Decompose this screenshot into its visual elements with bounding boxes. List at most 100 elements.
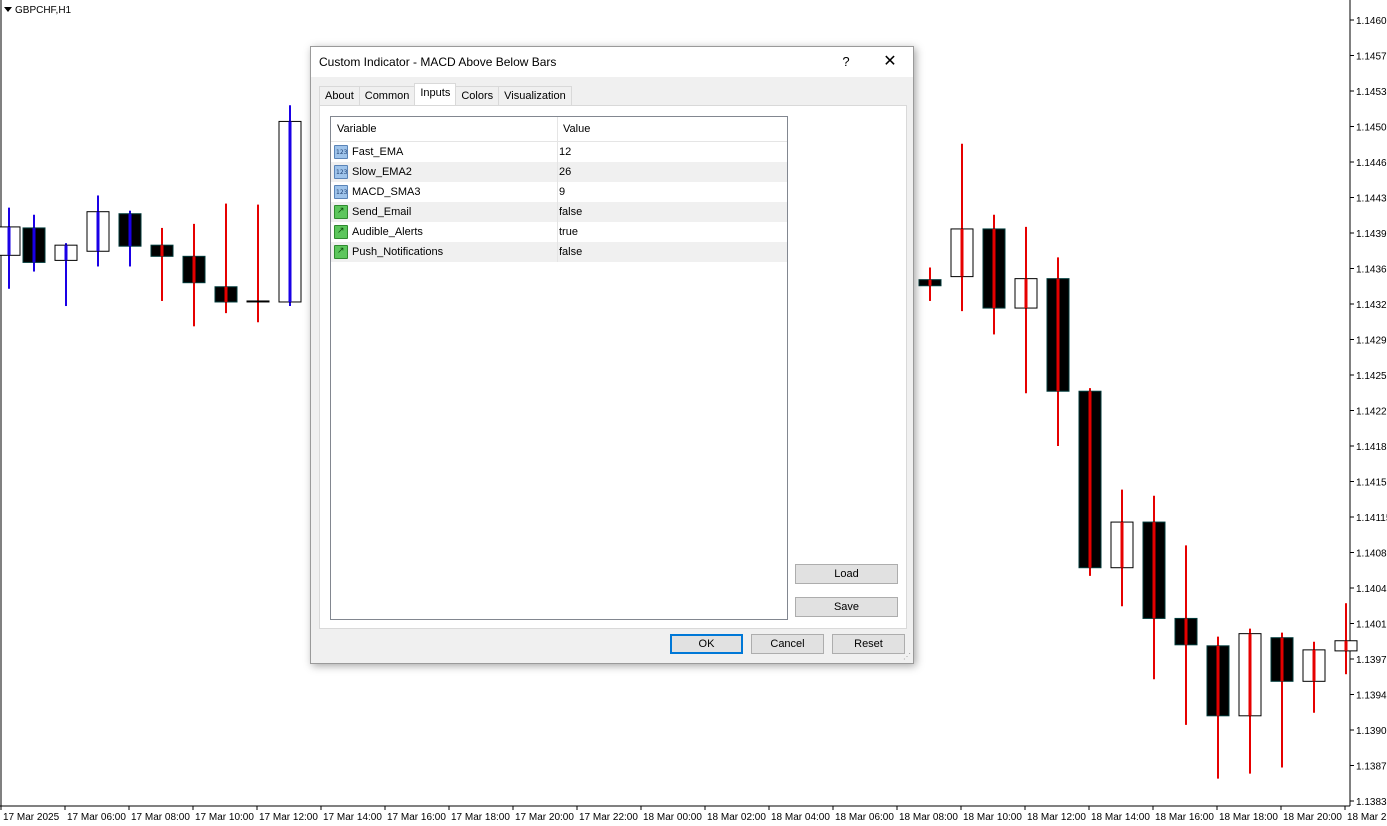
time-tick-label: 18 Mar 02:00 [707,812,766,823]
tab-colors[interactable]: Colors [455,86,500,107]
price-tick-label: 1.14600 [1356,16,1387,27]
inputs-panel: Variable Value 123 Fast_EMA 12 123 Slow_… [319,105,907,629]
time-tick-label: 17 Mar 10:00 [195,812,254,823]
time-tick-label: 18 Mar 12:00 [1027,812,1086,823]
input-name: Audible_Alerts [352,226,423,238]
cell-divider [557,222,558,242]
time-tick-label: 17 Mar 22:00 [579,812,638,823]
time-tick-label: 18 Mar 10:00 [963,812,1022,823]
close-button[interactable]: ✕ [873,52,907,74]
cell-divider [557,242,558,262]
time-tick-label: 17 Mar 12:00 [259,812,318,823]
price-tick-label: 1.14395 [1356,229,1387,240]
price-tick-label: 1.13905 [1356,726,1387,737]
input-value[interactable]: 12 [559,146,571,158]
time-tick-label: 17 Mar 08:00 [131,812,190,823]
boolean-type-icon: ↗ [334,225,348,239]
grid-header: Variable Value [331,117,787,142]
price-tick-label: 1.14255 [1356,371,1387,382]
time-tick-label: 17 Mar 16:00 [387,812,446,823]
input-row-slow-ema2[interactable]: 123 Slow_EMA2 26 [331,162,787,182]
time-tick-label: 18 Mar 04:00 [771,812,830,823]
reset-button[interactable]: Reset [832,634,905,654]
number-type-icon: 123 [334,185,348,199]
dialog-title: Custom Indicator - MACD Above Below Bars [319,55,557,69]
input-row-push-notifications[interactable]: ↗ Push_Notifications false [331,242,787,262]
price-tick-label: 1.14535 [1356,87,1387,98]
load-button[interactable]: Load [795,564,898,584]
time-tick-label: 18 Mar 18:00 [1219,812,1278,823]
dialog-tabs: About Common Inputs Colors Visualization [319,83,572,107]
cell-divider [557,202,558,222]
price-tick-label: 1.13975 [1356,655,1387,666]
price-tick-label: 1.14080 [1356,549,1387,560]
time-tick-label: 18 Mar 22:00 [1347,812,1387,823]
time-tick-label: 17 Mar 06:00 [67,812,126,823]
ok-button[interactable]: OK [670,634,743,654]
price-tick-label: 1.13940 [1356,691,1387,702]
resize-grip-icon[interactable]: ⋰ [903,653,911,661]
price-tick-label: 1.14010 [1356,620,1387,631]
input-value[interactable]: true [559,226,578,238]
time-tick-label: 18 Mar 08:00 [899,812,958,823]
input-name: Send_Email [352,206,412,218]
input-row-fast-ema[interactable]: 123 Fast_EMA 12 [331,142,787,162]
save-button[interactable]: Save [795,597,898,617]
time-tick-label: 17 Mar 14:00 [323,812,382,823]
time-tick-label: 17 Mar 18:00 [451,812,510,823]
time-tick-label: 18 Mar 16:00 [1155,812,1214,823]
input-value[interactable]: 9 [559,186,565,198]
input-row-audible-alerts[interactable]: ↗ Audible_Alerts true [331,222,787,242]
price-tick-label: 1.13835 [1356,797,1387,808]
boolean-type-icon: ↗ [334,245,348,259]
price-tick-label: 1.14045 [1356,584,1387,595]
inputs-grid[interactable]: Variable Value 123 Fast_EMA 12 123 Slow_… [330,116,788,620]
header-variable[interactable]: Variable [337,123,377,135]
number-type-icon: 123 [334,145,348,159]
price-tick-label: 1.14360 [1356,265,1387,276]
input-row-send-email[interactable]: ↗ Send_Email false [331,202,787,222]
cell-divider [557,162,558,182]
price-tick-label: 1.14465 [1356,158,1387,169]
price-tick-label: 1.14185 [1356,442,1387,453]
price-tick-label: 1.14325 [1356,300,1387,311]
time-tick-label: 17 Mar 2025 [3,812,60,823]
cell-divider [557,182,558,202]
tab-inputs[interactable]: Inputs [414,83,457,107]
input-value[interactable]: false [559,206,582,218]
chart-symbol-label: GBPCHF,H1 [4,5,71,16]
header-divider[interactable] [557,117,558,141]
price-tick-label: 1.14150 [1356,478,1387,489]
tab-visualization[interactable]: Visualization [498,86,572,107]
input-name: Push_Notifications [352,246,444,258]
input-name: Fast_EMA [352,146,404,158]
symbol-text: GBPCHF,H1 [15,5,72,16]
price-tick-label: 1.14430 [1356,194,1387,205]
boolean-type-icon: ↗ [334,205,348,219]
chevron-down-icon[interactable] [4,7,12,12]
price-tick-label: 1.14570 [1356,52,1387,63]
tab-about[interactable]: About [319,86,360,107]
time-tick-label: 18 Mar 06:00 [835,812,894,823]
price-tick-label: 1.14115 [1356,513,1387,524]
tab-common[interactable]: Common [358,86,416,107]
header-value[interactable]: Value [563,123,590,135]
time-tick-label: 18 Mar 20:00 [1283,812,1342,823]
price-tick-label: 1.13870 [1356,762,1387,773]
input-row-macd-sma3[interactable]: 123 MACD_SMA3 9 [331,182,787,202]
input-value[interactable]: false [559,246,582,258]
number-type-icon: 123 [334,165,348,179]
help-button[interactable]: ? [829,52,863,74]
input-name: MACD_SMA3 [352,186,421,198]
price-tick-label: 1.14220 [1356,407,1387,418]
input-name: Slow_EMA2 [352,166,412,178]
dialog-titlebar[interactable]: Custom Indicator - MACD Above Below Bars… [311,47,913,77]
cell-divider [557,142,558,162]
time-tick-label: 18 Mar 00:00 [643,812,702,823]
time-tick-label: 18 Mar 14:00 [1091,812,1150,823]
custom-indicator-dialog: Custom Indicator - MACD Above Below Bars… [310,46,914,664]
price-tick-label: 1.14290 [1356,336,1387,347]
cancel-button[interactable]: Cancel [751,634,824,654]
input-value[interactable]: 26 [559,166,571,178]
time-tick-label: 17 Mar 20:00 [515,812,574,823]
